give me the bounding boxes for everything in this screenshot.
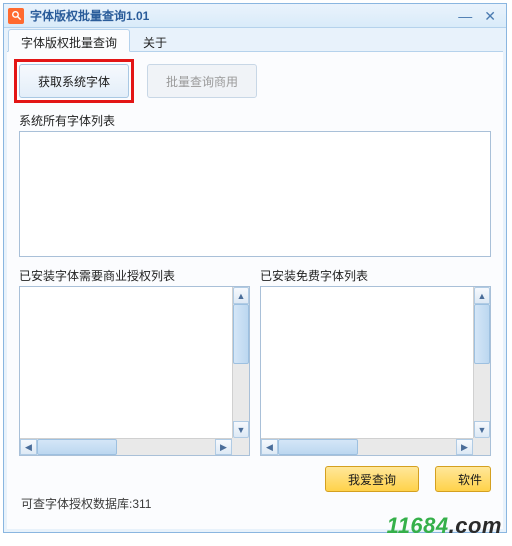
scroll-right-icon[interactable]: ▶ — [215, 439, 232, 455]
free-column: 已安装免费字体列表 ▲ ▼ ◀ ▶ — [260, 267, 491, 456]
scrollbar-horizontal[interactable]: ◀ ▶ — [20, 438, 232, 455]
scroll-right-icon[interactable]: ▶ — [456, 439, 473, 455]
scrollbar-horizontal[interactable]: ◀ ▶ — [261, 438, 473, 455]
button-label: 我爱查询 — [348, 471, 396, 488]
window-title: 字体版权批量查询1.01 — [30, 7, 458, 24]
scroll-left-icon[interactable]: ◀ — [261, 439, 278, 455]
scroll-thumb-vertical[interactable] — [233, 304, 249, 364]
commercial-fonts-label: 已安装字体需要商业授权列表 — [19, 267, 250, 284]
batch-query-button[interactable]: 批量查询商用 — [147, 64, 257, 98]
button-label: 软件 — [458, 471, 482, 488]
list-body — [261, 287, 490, 455]
titlebar: 字体版权批量查询1.01 — ✕ — [4, 4, 506, 28]
tab-strip: 字体版权批量查询 关于 — [4, 28, 506, 51]
commercial-column: 已安装字体需要商业授权列表 ▲ ▼ ◀ ▶ — [19, 267, 250, 456]
toolbar: 获取系统字体 批量查询商用 — [19, 64, 491, 98]
close-button[interactable]: ✕ — [484, 9, 496, 23]
minimize-button[interactable]: — — [458, 9, 472, 23]
bottom-lists: 已安装字体需要商业授权列表 ▲ ▼ ◀ ▶ — [19, 267, 491, 456]
window-controls: — ✕ — [458, 9, 502, 23]
scroll-thumb-horizontal[interactable] — [37, 439, 117, 455]
commercial-fonts-listbox[interactable]: ▲ ▼ ◀ ▶ — [19, 286, 250, 456]
software-button[interactable]: 软件 — [435, 466, 491, 492]
action-row: 我爱查询 软件 — [19, 466, 491, 492]
watermark-suffix: .com — [449, 513, 502, 538]
scroll-left-icon[interactable]: ◀ — [20, 439, 37, 455]
love-query-button[interactable]: 我爱查询 — [325, 466, 419, 492]
tab-main[interactable]: 字体版权批量查询 — [8, 29, 130, 52]
scroll-thumb-horizontal[interactable] — [278, 439, 358, 455]
scroll-thumb-vertical[interactable] — [474, 304, 490, 364]
scroll-down-icon[interactable]: ▼ — [233, 421, 249, 438]
tab-about[interactable]: 关于 — [130, 29, 180, 52]
scroll-down-icon[interactable]: ▼ — [474, 421, 490, 438]
button-label: 获取系统字体 — [38, 73, 110, 90]
status-text: 可查字体授权数据库:311 — [19, 492, 491, 512]
free-fonts-label: 已安装免费字体列表 — [260, 267, 491, 284]
tab-panel-main: 获取系统字体 批量查询商用 系统所有字体列表 已安装字体需要商业授权列表 ▲ ▼ — [7, 51, 503, 529]
scroll-corner — [232, 438, 249, 455]
free-fonts-listbox[interactable]: ▲ ▼ ◀ ▶ — [260, 286, 491, 456]
scroll-up-icon[interactable]: ▲ — [474, 287, 490, 304]
app-window: 字体版权批量查询1.01 — ✕ 字体版权批量查询 关于 获取系统字体 批量查询… — [3, 3, 507, 533]
list-body — [20, 287, 249, 455]
watermark: 11684.com — [387, 513, 502, 539]
scroll-up-icon[interactable]: ▲ — [233, 287, 249, 304]
button-label: 批量查询商用 — [166, 73, 238, 90]
all-fonts-listbox[interactable] — [19, 131, 491, 257]
scroll-corner — [473, 438, 490, 455]
app-icon — [8, 8, 24, 24]
get-system-fonts-button[interactable]: 获取系统字体 — [19, 64, 129, 98]
scrollbar-vertical[interactable]: ▲ ▼ — [232, 287, 249, 438]
all-fonts-label: 系统所有字体列表 — [19, 112, 491, 129]
watermark-prefix: 11684 — [387, 513, 449, 538]
scrollbar-vertical[interactable]: ▲ ▼ — [473, 287, 490, 438]
